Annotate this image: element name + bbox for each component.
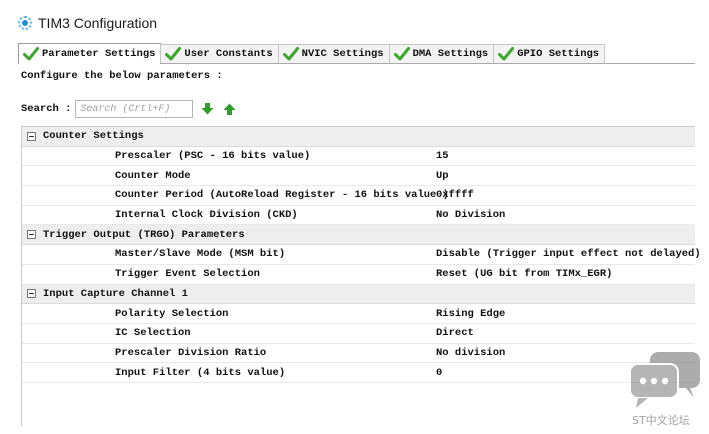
param-row[interactable]: Prescaler Division Ratio No division: [22, 344, 695, 364]
tab-label: DMA Settings: [412, 48, 489, 60]
param-value[interactable]: Disable (Trigger input effect not delaye…: [436, 248, 701, 260]
arrow-up-icon: [223, 103, 236, 115]
param-name: Prescaler Division Ratio: [115, 346, 267, 359]
param-name: IC Selection: [115, 327, 191, 340]
tab-label: GPIO Settings: [517, 48, 600, 60]
param-value[interactable]: No division: [436, 347, 505, 359]
tab-label: Parameter Settings: [42, 48, 156, 60]
group-title: Trigger Output (TRGO) Parameters: [43, 228, 245, 241]
param-row[interactable]: Counter Period (AutoReload Register - 16…: [22, 186, 695, 206]
search-input[interactable]: [75, 100, 194, 118]
tab-gpio-settings[interactable]: GPIO Settings: [493, 44, 606, 63]
check-icon: [498, 47, 515, 61]
param-row[interactable]: Trigger Event Selection Reset (UG bit fr…: [22, 265, 695, 285]
group-header-input-capture-channel-1[interactable]: Input Capture Channel 1: [22, 284, 695, 305]
param-name: Counter Period (AutoReload Register - 16…: [115, 189, 449, 202]
param-row[interactable]: Internal Clock Division (CKD) No Divisio…: [22, 206, 695, 226]
param-value[interactable]: 0: [436, 367, 442, 379]
param-value[interactable]: Rising Edge: [436, 308, 505, 320]
collapse-icon[interactable]: [27, 230, 36, 240]
collapse-icon[interactable]: [27, 131, 36, 141]
watermark-text: ST中文论坛: [632, 414, 690, 427]
group-title: Counter Settings: [43, 130, 144, 143]
param-value[interactable]: 15: [436, 150, 449, 162]
group-header-counter-settings[interactable]: Counter Settings: [22, 127, 695, 147]
param-name: Counter Mode: [115, 169, 191, 182]
tab-label: NVIC Settings: [301, 48, 384, 60]
param-value[interactable]: Reset (UG bit from TIMx_EGR): [436, 268, 612, 280]
param-row[interactable]: Master/Slave Mode (MSM bit) Disable (Tri…: [22, 245, 701, 265]
param-name: Input Filter (4 bits value): [115, 366, 286, 379]
param-value[interactable]: 0xffff: [436, 189, 474, 201]
check-icon: [23, 47, 39, 61]
tab-nvic-settings[interactable]: NVIC Settings: [277, 44, 390, 63]
search-previous-button[interactable]: [221, 101, 237, 117]
param-row[interactable]: IC Selection Direct: [22, 324, 695, 344]
param-row[interactable]: Prescaler (PSC - 16 bits value) 15: [22, 147, 695, 167]
tab-user-constants[interactable]: User Constants: [160, 44, 279, 63]
param-name: Prescaler (PSC - 16 bits value): [115, 150, 311, 163]
param-value[interactable]: Direct: [436, 327, 474, 339]
parameter-table: Counter Settings Prescaler (PSC - 16 bit…: [21, 126, 701, 426]
param-row[interactable]: Input Filter (4 bits value) 0: [22, 363, 695, 383]
param-row[interactable]: Polarity Selection Rising Edge: [22, 304, 695, 324]
param-value[interactable]: No Division: [436, 209, 505, 221]
param-name: Trigger Event Selection: [115, 268, 260, 281]
param-name: Master/Slave Mode (MSM bit): [115, 248, 286, 261]
instructions-text: Configure the below parameters :: [21, 70, 223, 82]
param-name: Polarity Selection: [115, 307, 229, 320]
window-title-bar: TIM3 Configuration: [18, 10, 157, 36]
check-icon: [393, 47, 410, 61]
tab-dma-settings[interactable]: DMA Settings: [388, 44, 495, 63]
group-header-trigger-output[interactable]: Trigger Output (TRGO) Parameters: [22, 225, 695, 246]
tab-parameter-settings[interactable]: Parameter Settings: [18, 43, 162, 64]
gear-icon: [18, 16, 32, 30]
param-name: Internal Clock Division (CKD): [115, 209, 298, 222]
param-row[interactable]: Counter Mode Up: [22, 166, 695, 187]
check-icon: [282, 47, 299, 61]
arrow-down-icon: [201, 103, 214, 115]
check-icon: [165, 47, 182, 61]
param-value[interactable]: Up: [436, 170, 449, 182]
tab-bar: Parameter Settings User Constants NVIC S…: [18, 43, 695, 64]
collapse-icon[interactable]: [27, 289, 36, 299]
search-label: Search :: [21, 103, 72, 115]
window-title: TIM3 Configuration: [38, 15, 158, 31]
search-next-button[interactable]: [199, 101, 215, 117]
group-title: Input Capture Channel 1: [43, 287, 188, 300]
search-row: Search :: [21, 99, 237, 119]
tab-label: User Constants: [184, 48, 273, 60]
